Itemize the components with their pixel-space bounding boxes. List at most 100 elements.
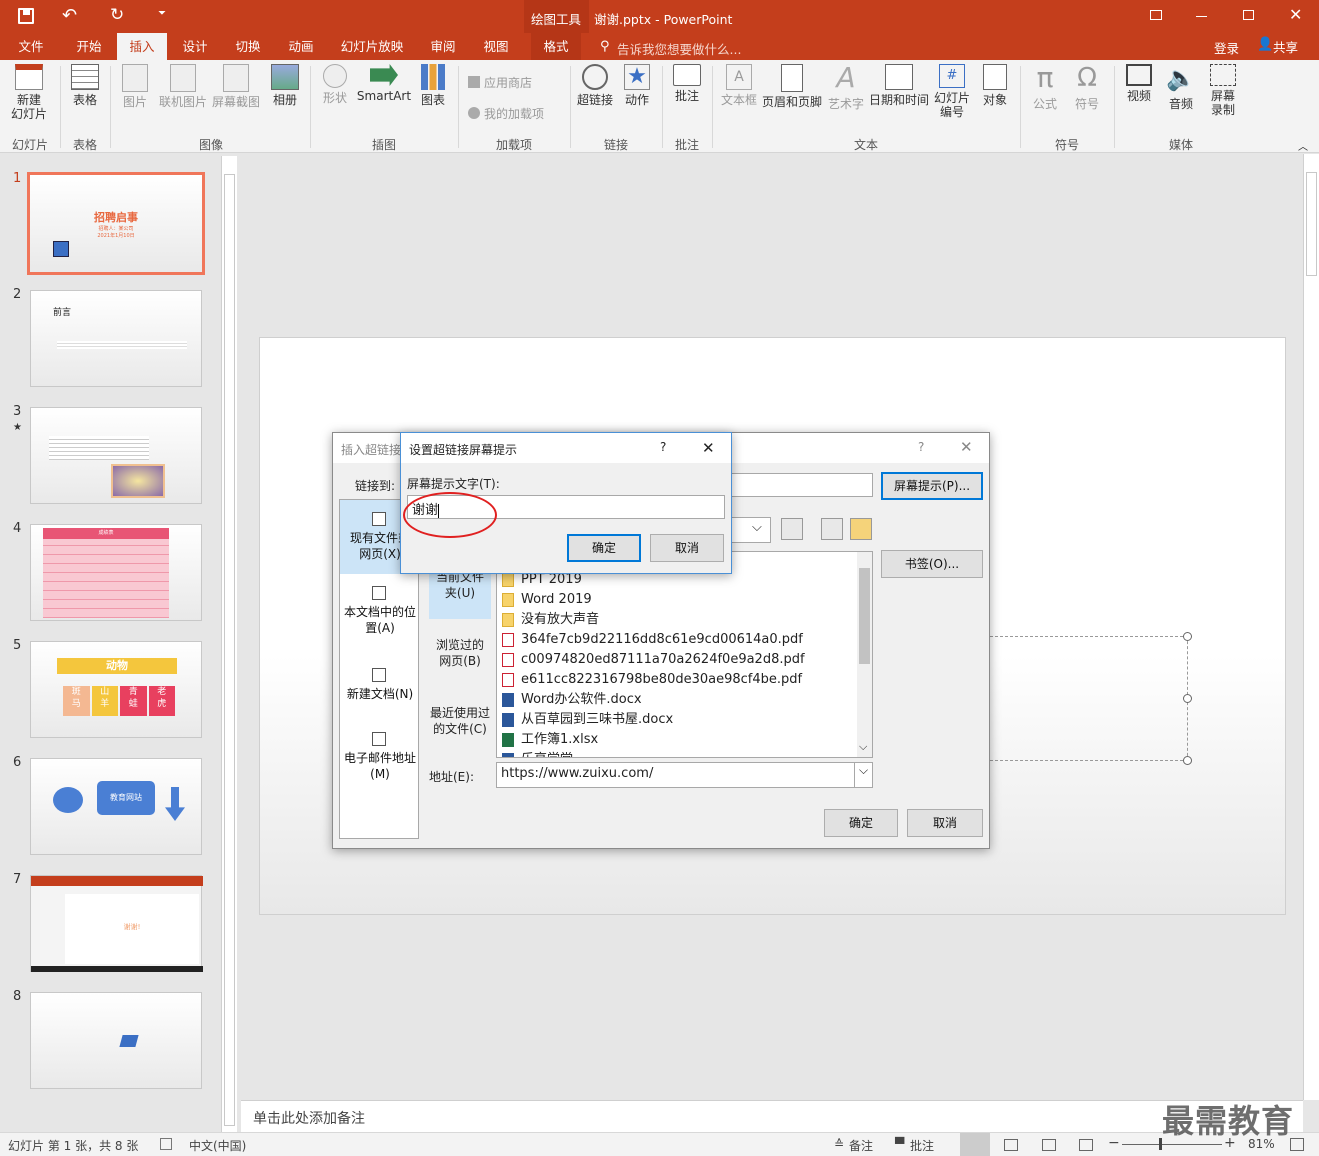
- resize-handle[interactable]: [1183, 632, 1192, 641]
- thumbs-scrollbar[interactable]: [221, 156, 237, 1132]
- notes-toggle-button[interactable]: 备注: [849, 1137, 873, 1154]
- app-store-button[interactable]: 应用商店: [484, 74, 532, 91]
- my-addins-button[interactable]: 我的加载项: [484, 105, 544, 122]
- normal-view-icon[interactable]: [960, 1133, 990, 1156]
- browse-file-icon[interactable]: [850, 518, 872, 540]
- audio-button[interactable]: 🔈 音频: [1162, 64, 1200, 111]
- textbox-button[interactable]: A 文本框: [718, 64, 760, 107]
- reading-view-icon[interactable]: [1042, 1139, 1056, 1151]
- tab-view[interactable]: 视图: [477, 33, 515, 60]
- file-list-scrollbar[interactable]: ⌵: [857, 552, 872, 757]
- minimize-icon[interactable]: [1196, 16, 1207, 17]
- online-picture-button[interactable]: 联机图片: [157, 64, 209, 109]
- file-list[interactable]: PPT 2019 Word 2019 没有放大声音 364fe7cb9d22116dd…: [496, 551, 873, 758]
- file-list-item[interactable]: e611cc822316798be80de30ae98cf4be.pdf: [502, 670, 802, 690]
- picture-button[interactable]: 图片: [116, 64, 154, 109]
- comment-button[interactable]: 批注: [668, 64, 706, 103]
- tab-file[interactable]: 文件: [12, 33, 50, 60]
- screentip-button[interactable]: 屏幕提示(P)...: [881, 472, 983, 500]
- resize-handle[interactable]: [1183, 694, 1192, 703]
- bookmark-button[interactable]: 书签(O)...: [881, 550, 983, 578]
- file-list-item[interactable]: 364fe7cb9d22116dd8c61e9cd00614a0.pdf: [502, 630, 803, 650]
- ok-button[interactable]: 确定: [567, 534, 641, 562]
- new-slide-button[interactable]: 新建 幻灯片: [5, 64, 53, 121]
- collapse-ribbon-icon[interactable]: ︿: [1298, 138, 1308, 153]
- selected-shape[interactable]: [956, 632, 1192, 765]
- help-button[interactable]: ?: [918, 440, 924, 454]
- tab-format[interactable]: 格式: [531, 33, 581, 60]
- look-in-dropdown[interactable]: ⌵: [731, 517, 771, 543]
- maximize-icon[interactable]: [1243, 10, 1254, 20]
- file-list-item[interactable]: c00974820ed87111a70a2624f0e9a2d8.pdf: [502, 650, 805, 670]
- undo-icon[interactable]: ↶: [62, 5, 77, 26]
- object-button[interactable]: 对象: [976, 64, 1014, 107]
- browsed-pages-option[interactable]: 浏览过的 网页(B): [429, 637, 491, 669]
- cancel-button[interactable]: 取消: [907, 809, 983, 837]
- close-icon[interactable]: ✕: [1289, 5, 1302, 24]
- datetime-button[interactable]: 日期和时间: [867, 64, 931, 107]
- chevron-down-icon[interactable]: ⌵: [859, 740, 867, 754]
- search-icon[interactable]: [821, 518, 843, 540]
- slide-thumbnail-8[interactable]: [30, 992, 202, 1089]
- tell-me-input[interactable]: 告诉我您想要做什么...: [617, 39, 741, 58]
- slide-number-button[interactable]: # 幻灯片 编号: [932, 64, 972, 119]
- close-icon[interactable]: ✕: [960, 438, 973, 456]
- share-button[interactable]: 共享: [1273, 37, 1298, 56]
- tab-transitions[interactable]: 切换: [229, 33, 267, 60]
- redo-icon[interactable]: ↻: [110, 5, 124, 25]
- screen-record-button[interactable]: 屏幕 录制: [1204, 64, 1242, 117]
- display-text-input[interactable]: [731, 473, 873, 497]
- browse-web-icon[interactable]: [781, 518, 803, 540]
- slideshow-view-icon[interactable]: [1079, 1139, 1093, 1151]
- smartart-button[interactable]: SmartArt: [356, 64, 412, 103]
- customize-qat-icon[interactable]: ⏷: [158, 8, 166, 19]
- scroll-thumb[interactable]: [859, 568, 870, 664]
- screenshot-button[interactable]: 屏幕截图: [210, 64, 262, 109]
- address-input[interactable]: https://www.zuixu.com/ ⌵: [496, 762, 873, 788]
- slide-thumbnail-3[interactable]: [30, 407, 202, 504]
- place-in-document-option[interactable]: 本文档中的位 置(A): [342, 604, 418, 636]
- ok-button[interactable]: 确定: [824, 809, 898, 837]
- slide-thumbnail-5[interactable]: 动物 斑 马 山 羊 青 蛙 老 虎: [30, 641, 202, 738]
- action-button[interactable]: ★ 动作: [618, 64, 656, 107]
- tab-design[interactable]: 设计: [176, 33, 214, 60]
- help-button[interactable]: ?: [660, 440, 666, 454]
- save-icon[interactable]: [18, 8, 34, 24]
- zoom-slider[interactable]: [1122, 1144, 1222, 1145]
- main-scrollbar[interactable]: [1303, 154, 1319, 1100]
- new-document-option[interactable]: 新建文档(N): [342, 686, 418, 702]
- tab-animations[interactable]: 动画: [282, 33, 320, 60]
- tab-review[interactable]: 审阅: [424, 33, 462, 60]
- shapes-button[interactable]: 形状: [316, 64, 354, 105]
- hyperlink-button[interactable]: 超链接: [575, 64, 615, 107]
- ribbon-display-icon[interactable]: [1150, 10, 1162, 20]
- slide-thumbnail-2[interactable]: 前言: [30, 290, 202, 387]
- file-list-item[interactable]: Word 2019: [502, 590, 592, 610]
- file-list-item[interactable]: 从百草园到三味书屋.docx: [502, 710, 673, 730]
- chevron-down-icon[interactable]: ⌵: [854, 763, 872, 787]
- tab-insert[interactable]: 插入: [117, 33, 167, 60]
- resize-handle[interactable]: [1183, 756, 1192, 765]
- email-address-option[interactable]: 电子邮件地址 (M): [342, 750, 418, 782]
- recent-files-option[interactable]: 最近使用过 的文件(C): [427, 705, 493, 737]
- chart-button[interactable]: 图表: [415, 64, 451, 107]
- zoom-out-button[interactable]: −: [1108, 1135, 1120, 1151]
- slide-thumbnail-6[interactable]: 教育网站: [30, 758, 202, 855]
- close-icon[interactable]: ✕: [702, 439, 715, 457]
- notes-pane[interactable]: 单击此处添加备注: [241, 1100, 1303, 1132]
- table-button[interactable]: 表格: [66, 64, 104, 107]
- slide-thumbnail-7[interactable]: 谢谢!: [30, 875, 203, 972]
- slide-sorter-icon[interactable]: [1004, 1139, 1018, 1151]
- tab-home[interactable]: 开始: [70, 33, 108, 60]
- symbol-button[interactable]: Ω 符号: [1068, 64, 1106, 111]
- file-list-item[interactable]: 乐享学堂: [502, 750, 573, 757]
- proofing-icon[interactable]: [160, 1138, 172, 1150]
- slide-thumbnail-4[interactable]: 成绩表: [30, 524, 202, 621]
- tab-slideshow[interactable]: 幻灯片放映: [336, 33, 408, 60]
- login-link[interactable]: 登录: [1214, 38, 1239, 57]
- wordart-button[interactable]: A 艺术字: [826, 64, 866, 112]
- cancel-button[interactable]: 取消: [650, 534, 724, 562]
- slide-thumbnail-1[interactable]: 招聘启事 招聘人：某公司 2021年1月10日: [27, 172, 205, 275]
- header-footer-button[interactable]: 页眉和页脚: [760, 64, 824, 109]
- album-button[interactable]: 相册: [266, 64, 304, 107]
